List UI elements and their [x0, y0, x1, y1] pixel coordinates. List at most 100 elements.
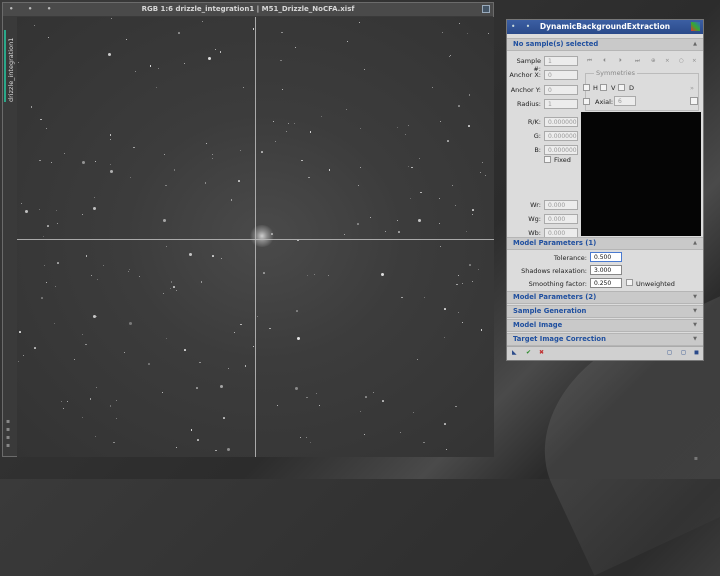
- axial-checkbox[interactable]: [583, 98, 590, 105]
- add-sample-icon[interactable]: ⊕: [651, 58, 656, 64]
- wg-field[interactable]: 0.000: [544, 214, 578, 224]
- d-checkbox[interactable]: [618, 84, 625, 91]
- star: [147, 363, 150, 365]
- star: [173, 286, 175, 288]
- star: [227, 368, 229, 370]
- star: [472, 281, 473, 283]
- star: [455, 405, 458, 408]
- g-field[interactable]: 0.000000: [544, 131, 578, 141]
- section-target-correction[interactable]: Target Image Correction ▼: [507, 333, 703, 346]
- star: [447, 140, 449, 142]
- star: [423, 441, 425, 444]
- h-checkbox[interactable]: [583, 84, 590, 91]
- expand-arrow-icon[interactable]: ▼: [693, 306, 697, 317]
- dbe-panel[interactable]: • • DynamicBackgroundExtraction No sampl…: [506, 19, 704, 361]
- section-samples[interactable]: No sample(s) selected ▲: [507, 38, 703, 51]
- expand-all-icon[interactable]: ◼: [694, 349, 699, 356]
- remove-sample-icon[interactable]: ×: [665, 58, 670, 64]
- star: [109, 134, 112, 136]
- star: [318, 405, 320, 407]
- star: [18, 360, 20, 362]
- anchor-y-field[interactable]: 0: [544, 85, 578, 95]
- tolerance-field[interactable]: 0.500: [590, 252, 622, 262]
- star: [176, 447, 178, 449]
- image-canvas[interactable]: [17, 17, 494, 457]
- prev-sample-icon[interactable]: ⏴: [603, 58, 606, 65]
- star: [82, 160, 86, 164]
- star: [423, 297, 425, 299]
- star: [485, 175, 487, 177]
- panel-menu-dots[interactable]: • •: [511, 20, 534, 34]
- star: [482, 161, 484, 163]
- apply-icon[interactable]: ✔: [526, 349, 531, 356]
- new-instance-icon[interactable]: ◣: [512, 349, 517, 356]
- star: [307, 176, 310, 179]
- star: [439, 121, 441, 123]
- section-sample-generation[interactable]: Sample Generation ▼: [507, 305, 703, 318]
- star: [116, 418, 118, 420]
- star: [107, 53, 111, 57]
- anchor-x-field[interactable]: 0: [544, 70, 578, 80]
- v-checkbox[interactable]: [600, 84, 607, 91]
- image-window[interactable]: • • • RGB 1:6 drizzle_integration1 | M51…: [2, 2, 494, 457]
- b-field[interactable]: 0.000000: [544, 145, 578, 155]
- star: [189, 253, 193, 257]
- collapse-arrow-icon[interactable]: ▲: [693, 238, 697, 249]
- expand-arrow-icon[interactable]: ▼: [693, 292, 697, 303]
- symmetries-title: Symmetries: [594, 69, 638, 77]
- star: [399, 431, 401, 433]
- next-sample-icon[interactable]: ⏵: [619, 58, 622, 65]
- shadows-relaxation-field[interactable]: 3.000: [590, 265, 622, 275]
- axial-apply-icon[interactable]: [690, 97, 698, 105]
- star: [226, 448, 230, 452]
- unweighted-checkbox[interactable]: [626, 279, 633, 286]
- star: [109, 139, 111, 141]
- star: [468, 94, 471, 96]
- model-image-header: Model Image: [513, 321, 563, 329]
- sample-field[interactable]: 1: [544, 56, 578, 66]
- star: [149, 65, 152, 67]
- star: [313, 274, 315, 275]
- section-model-image[interactable]: Model Image ▼: [507, 319, 703, 332]
- star: [25, 209, 29, 213]
- reset-instance-icon[interactable]: ◻: [681, 349, 686, 356]
- first-sample-icon[interactable]: ⏮: [587, 58, 592, 65]
- dbe-titlebar[interactable]: • • DynamicBackgroundExtraction: [507, 20, 703, 34]
- tab-strip-icons[interactable]: ▪ ▪ ▪ ▪: [6, 418, 10, 450]
- star: [305, 437, 307, 438]
- view-tab-drizzle-integration[interactable]: drizzle_integration1: [4, 30, 17, 102]
- section-model-params-1[interactable]: Model Parameters (1) ▲: [507, 237, 703, 250]
- image-window-titlebar[interactable]: • • • RGB 1:6 drizzle_integration1 | M51…: [3, 3, 493, 16]
- star: [440, 245, 442, 247]
- reset-icon[interactable]: ×: [692, 58, 697, 64]
- anchor-y-label: Anchor Y:: [510, 86, 541, 94]
- collapse-arrow-icon[interactable]: ▲: [693, 39, 697, 50]
- star: [281, 31, 283, 34]
- fixed-checkbox[interactable]: [544, 156, 551, 163]
- browse-docs-icon[interactable]: ◻: [667, 349, 672, 356]
- expand-arrow-icon[interactable]: ▼: [693, 334, 697, 345]
- star: [166, 245, 168, 247]
- star: [85, 255, 88, 258]
- axial-spinbox[interactable]: 6: [614, 96, 636, 106]
- last-sample-icon[interactable]: ⏭: [635, 58, 640, 65]
- rk-field[interactable]: 0.000000: [544, 117, 578, 127]
- smoothing-factor-field[interactable]: 0.250: [590, 278, 622, 288]
- wr-field[interactable]: 0.000: [544, 200, 578, 210]
- star: [61, 400, 63, 402]
- star: [96, 386, 98, 388]
- star: [82, 213, 84, 215]
- cancel-icon[interactable]: ✖: [539, 349, 544, 356]
- star: [316, 393, 318, 395]
- star: [44, 265, 46, 267]
- expand-arrow-icon[interactable]: ▼: [693, 320, 697, 331]
- star: [488, 32, 490, 34]
- window-menu-dots[interactable]: • • •: [9, 3, 57, 16]
- radius-field[interactable]: 1: [544, 99, 578, 109]
- star: [127, 271, 129, 273]
- clear-samples-icon[interactable]: ○: [679, 58, 684, 64]
- maximize-icon[interactable]: [482, 5, 490, 13]
- star: [301, 159, 303, 162]
- section-model-params-2[interactable]: Model Parameters (2) ▼: [507, 291, 703, 304]
- symmetry-reset-icon[interactable]: »: [690, 84, 694, 92]
